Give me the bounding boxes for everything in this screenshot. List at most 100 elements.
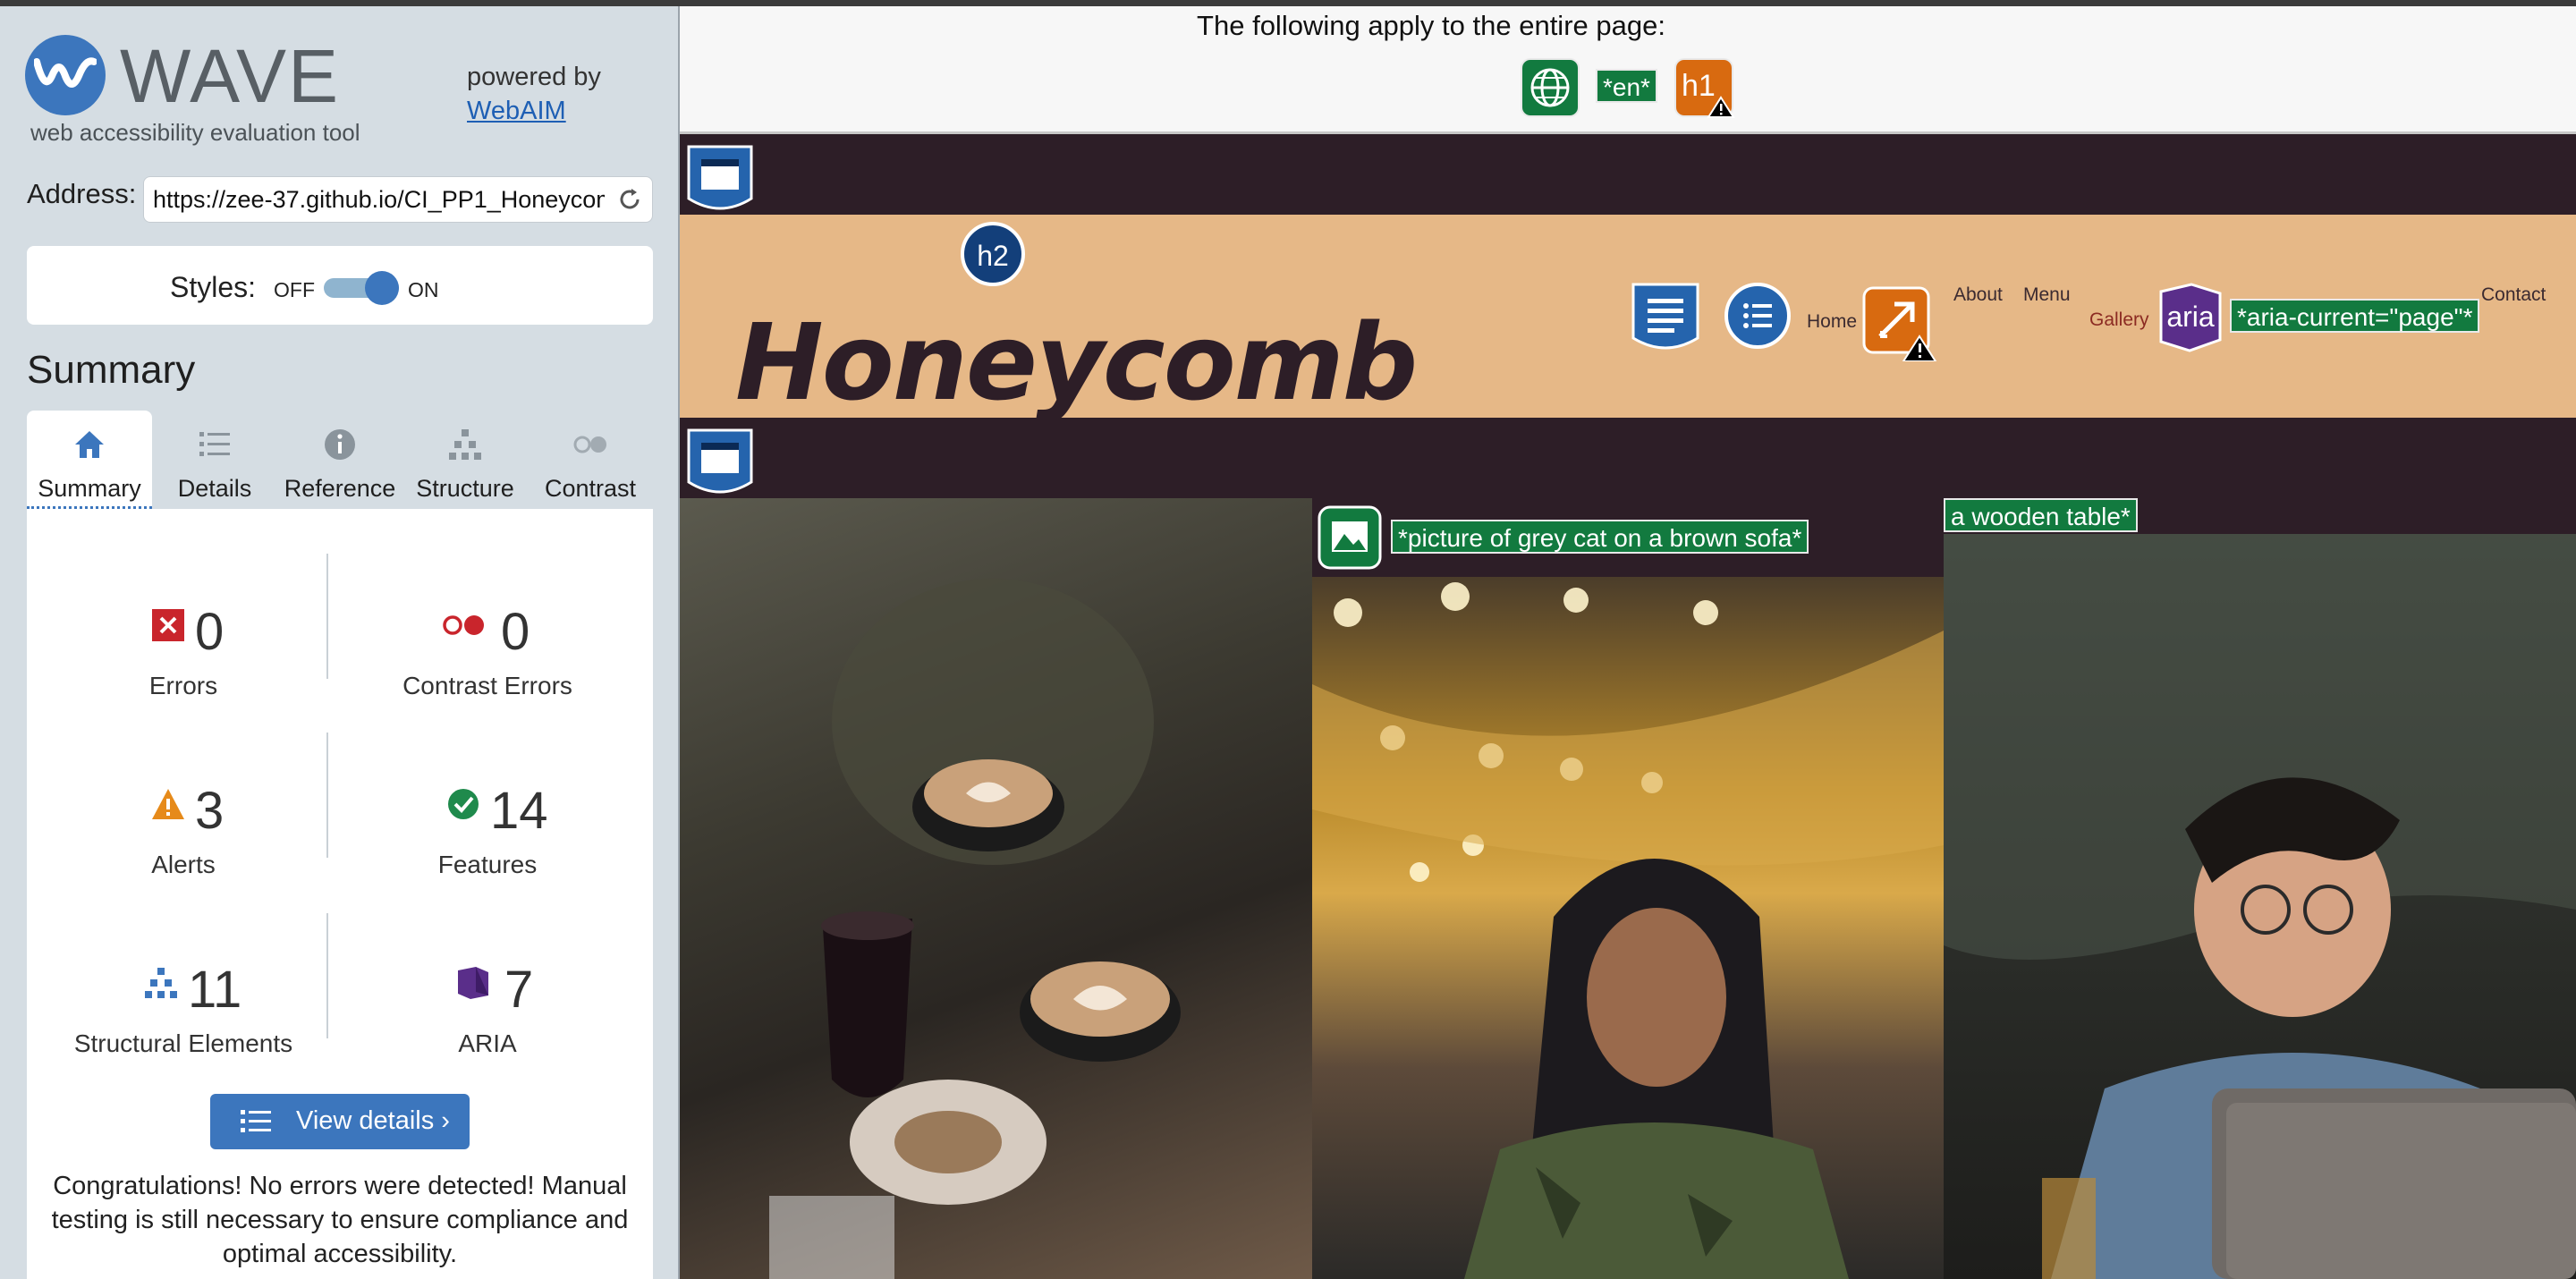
powered-by-label: powered by: [467, 63, 601, 91]
contrast-errors-count: 0: [501, 603, 530, 661]
tab-label: Contrast: [544, 475, 637, 502]
styles-toggle[interactable]: [324, 271, 399, 305]
language-globe-icon[interactable]: [1521, 58, 1580, 117]
stat-row: 11: [36, 947, 331, 1019]
view-details-button[interactable]: View details ›: [210, 1094, 470, 1149]
photo-person-laptop: [1944, 534, 2576, 1279]
lights-photo-art: [1312, 582, 1944, 1279]
wave-logo-icon: [25, 35, 106, 115]
errors-label: Errors: [148, 672, 218, 699]
wave-sidebar: WAVE web accessibility evaluation tool p…: [0, 6, 678, 1279]
contrast-errors-label: Contrast Errors: [402, 672, 572, 699]
tab-bar: Summary Details Reference Structure Cont…: [27, 411, 653, 509]
structural-count: 11: [188, 961, 242, 1019]
nav-home[interactable]: Home: [1807, 311, 1857, 333]
tab-details[interactable]: Details: [152, 411, 277, 509]
nav-region-icon[interactable]: [1628, 281, 1703, 356]
site-title: Honeycomb: [735, 301, 1418, 424]
address-input[interactable]: https://zee-37.github.io/CI_PP1_Honeycom…: [143, 176, 653, 223]
alt-text-cat[interactable]: *picture of grey cat on a brown sofa*: [1391, 520, 1809, 554]
aria-icon: [458, 967, 488, 999]
lang-tag[interactable]: *en*: [1596, 69, 1657, 103]
aria-icon-label: aria: [2166, 301, 2215, 333]
tab-label: Structure: [416, 475, 514, 502]
error-icon: [152, 609, 184, 641]
webaim-link[interactable]: WebAIM: [467, 97, 566, 125]
nav-about[interactable]: About: [1953, 284, 2003, 306]
alerts-count: 3: [195, 782, 225, 840]
stat-contrast-errors[interactable]: 0 Contrast Errors: [340, 589, 635, 733]
list-icon: [199, 432, 230, 456]
reload-icon[interactable]: [616, 186, 643, 213]
aria-count: 7: [504, 961, 534, 1019]
alert-icon: [152, 789, 184, 819]
nav-menu[interactable]: Menu: [2023, 284, 2071, 306]
aria-current-tag[interactable]: *aria-current="page"*: [2230, 299, 2480, 333]
structural-label: Structural Elements: [73, 1029, 293, 1057]
photo-coffee-toast: [680, 498, 1312, 1279]
stat-row: 0: [36, 589, 331, 661]
stat-row: 14: [340, 768, 635, 840]
features-label: Features: [437, 851, 538, 878]
features-count: 14: [490, 782, 548, 840]
styles-label: Styles:: [170, 271, 257, 303]
stat-row: 0: [340, 589, 635, 661]
tab-structure[interactable]: Structure: [402, 411, 528, 509]
h2-heading-icon[interactable]: h2: [961, 222, 1025, 286]
powered-by: powered by WebAIM: [467, 60, 601, 128]
summary-heading: Summary: [27, 348, 196, 392]
image-caption-strip: *picture of grey cat on a brown sofa*: [1312, 498, 1944, 577]
apply-text: The following apply to the entire page:: [1197, 10, 1665, 41]
laptop-photo-art: [1944, 534, 2576, 1279]
tab-label: Details: [177, 475, 252, 502]
aria-label: ARIA: [458, 1029, 517, 1057]
structure-icon: [145, 968, 177, 998]
tab-contrast[interactable]: Contrast: [528, 411, 653, 509]
nav-strip: [680, 134, 2576, 215]
stat-structural[interactable]: 11 Structural Elements: [36, 947, 331, 1090]
alerts-label: Alerts: [151, 851, 216, 878]
nav-gallery[interactable]: Gallery: [2089, 309, 2149, 331]
errors-count: 0: [195, 603, 225, 661]
contrast-error-icon: [443, 615, 484, 635]
wave-logo-text: WAVE: [120, 34, 341, 118]
page-wide-bar: The following apply to the entire page: …: [680, 6, 2576, 134]
alt-text-table[interactable]: a wooden table*: [1944, 498, 2138, 532]
address-value: https://zee-37.github.io/CI_PP1_Honeycom…: [153, 186, 605, 213]
tab-label: Reference: [284, 475, 396, 502]
redundant-link-alert-icon[interactable]: [1862, 286, 1937, 362]
list-structure-icon[interactable]: [1724, 283, 1791, 349]
stat-errors[interactable]: 0 Errors: [36, 589, 331, 733]
h2-icon-label: h2: [977, 240, 1009, 272]
wave-tagline: web accessibility evaluation tool: [30, 119, 360, 146]
stat-features[interactable]: 14 Features: [340, 768, 635, 911]
main-region-icon[interactable]: [683, 427, 757, 500]
congrats-message: Congratulations! No errors were detected…: [51, 1172, 629, 1268]
h1-alert-icon[interactable]: h1: [1674, 58, 1735, 119]
feature-check-icon: [448, 789, 479, 819]
photo-woman-lights: [1312, 577, 1944, 1279]
site-header: h2 Honeycomb Home About Menu Gallery ari…: [680, 215, 2576, 424]
image-alt-icon[interactable]: [1318, 505, 1382, 570]
nav-contact[interactable]: Contact: [2481, 284, 2546, 306]
styles-card: Styles: OFF ON: [27, 246, 653, 325]
home-icon: [75, 431, 104, 458]
hierarchy-icon: [449, 429, 481, 460]
stat-aria[interactable]: 7 ARIA: [340, 947, 635, 1090]
styles-off-label: OFF: [274, 278, 315, 301]
toggle-knob: [365, 271, 399, 305]
tab-summary[interactable]: Summary: [27, 411, 152, 509]
header-region-icon[interactable]: [683, 143, 757, 216]
tab-reference[interactable]: Reference: [277, 411, 402, 509]
stat-row: 7: [340, 947, 635, 1019]
styles-on-label: ON: [408, 278, 439, 301]
address-label: Address:: [27, 178, 137, 209]
image-caption-strip-2: a wooden table*: [1944, 498, 2576, 534]
info-icon: [325, 429, 355, 460]
aria-current-icon[interactable]: aria: [2156, 283, 2225, 352]
h1-icon-label: h1: [1682, 69, 1716, 103]
stat-alerts[interactable]: 3 Alerts: [36, 768, 331, 911]
window-top-edge: [0, 0, 2576, 6]
tab-label: Summary: [38, 475, 141, 502]
view-details-label: View details ›: [296, 1106, 450, 1135]
